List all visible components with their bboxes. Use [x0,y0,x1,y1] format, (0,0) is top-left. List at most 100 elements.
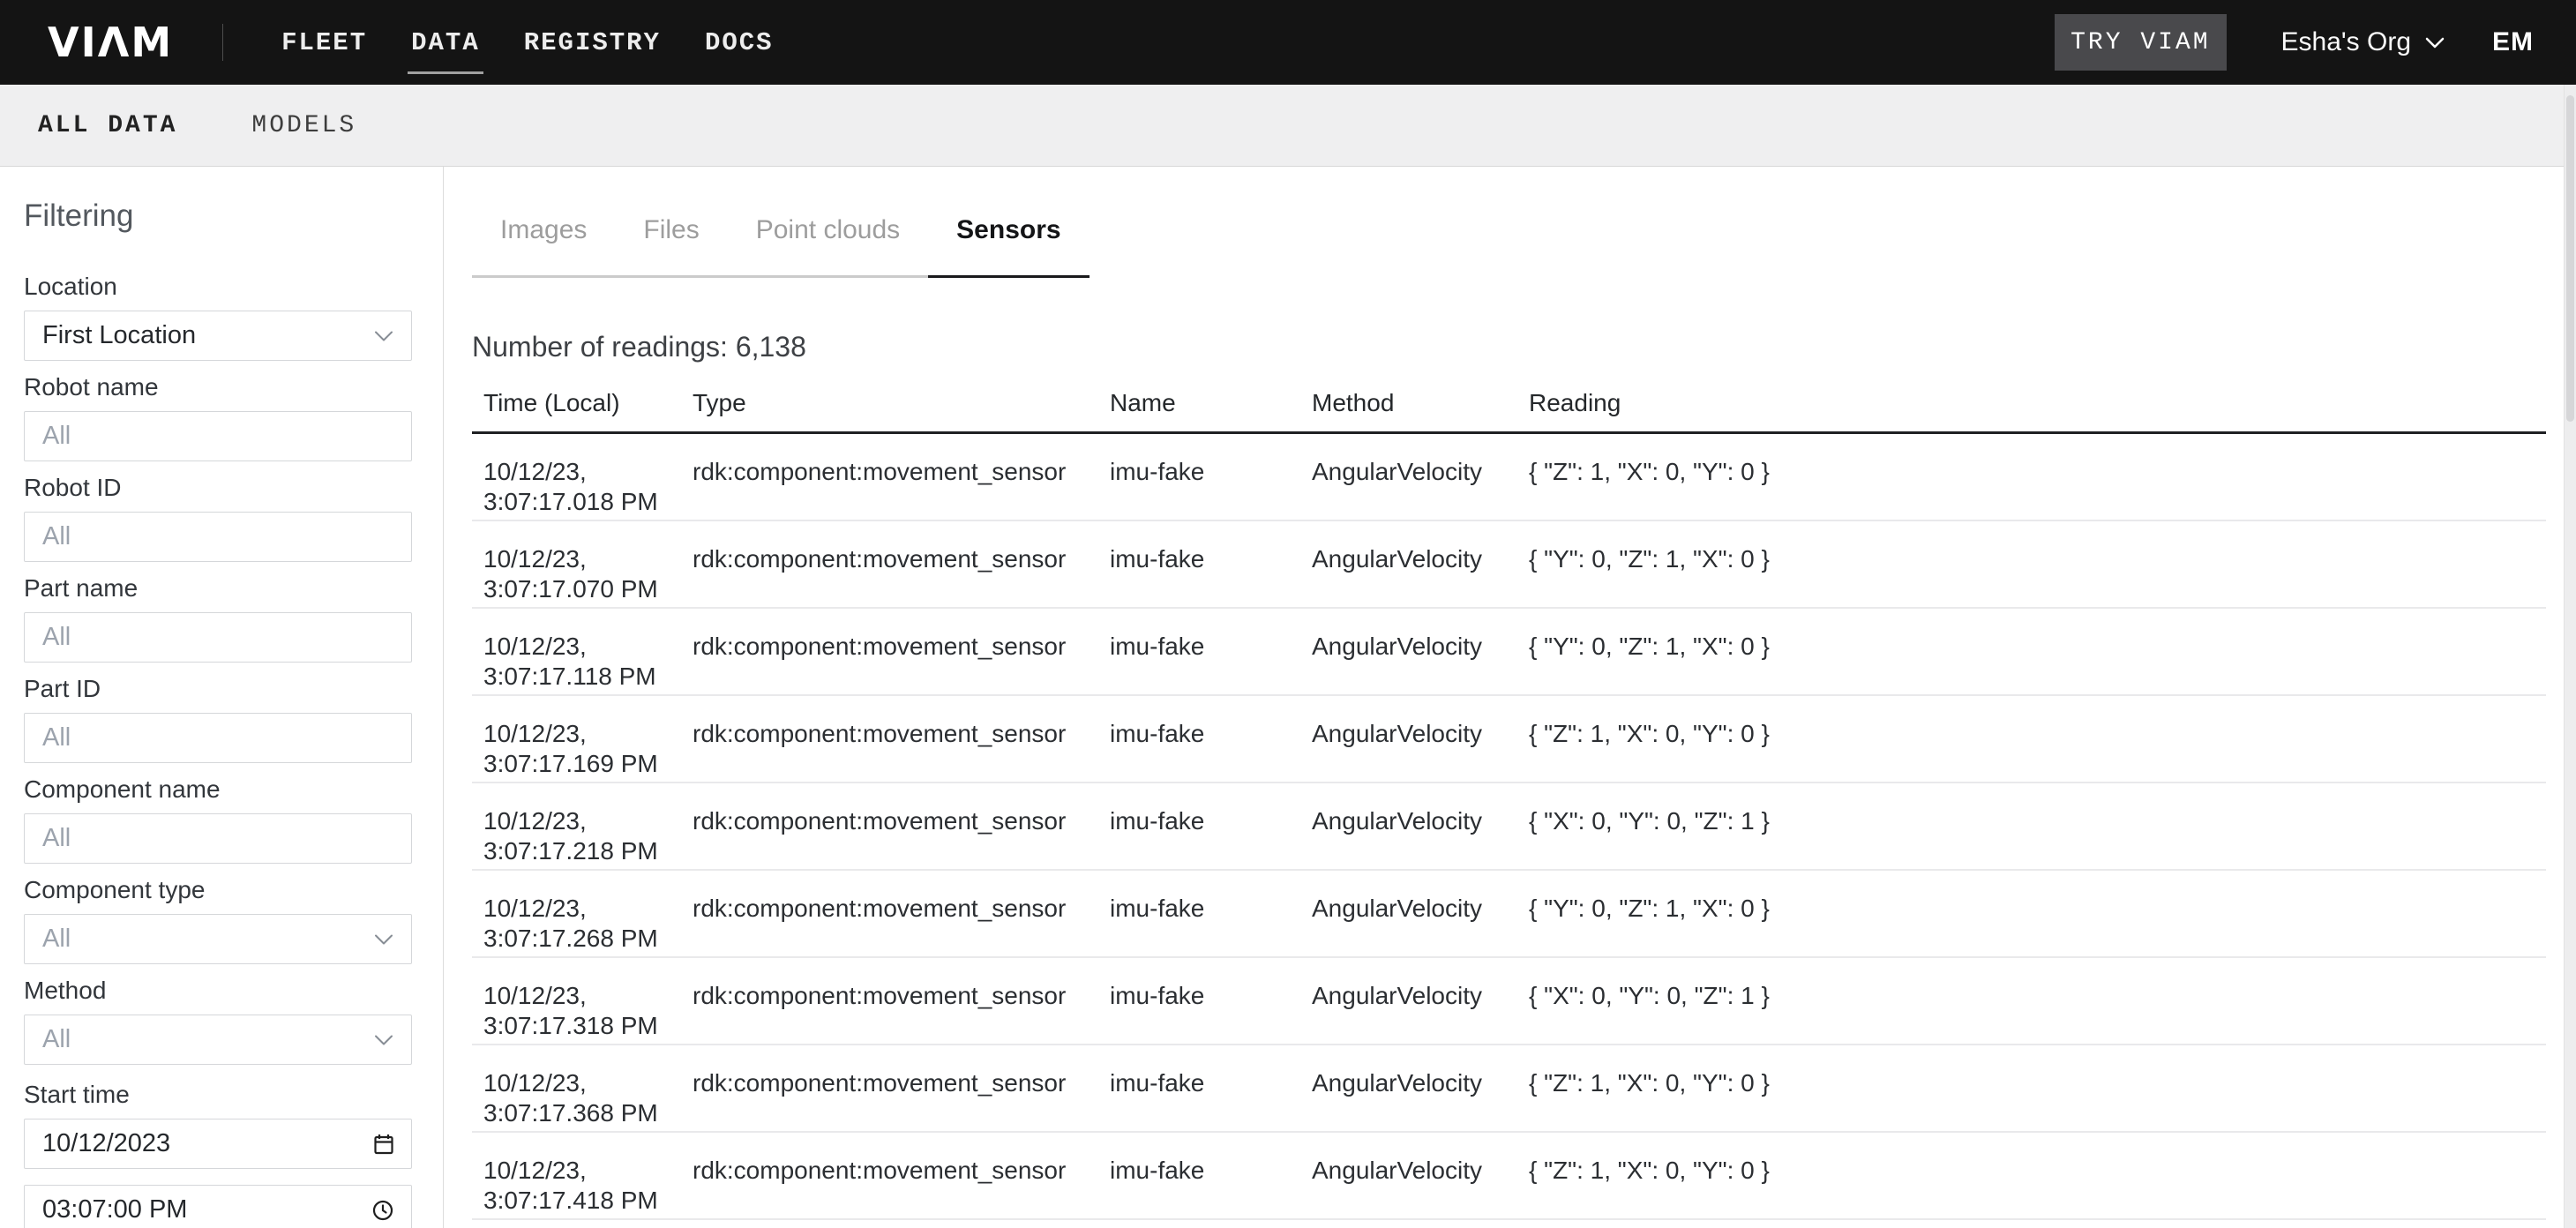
cell-type: rdk:component:movement_sensor [693,1068,1110,1131]
select-value: First Location [42,321,196,350]
nav-link-fleet[interactable]: FLEET [281,23,367,63]
tab-sensors[interactable]: Sensors [928,217,1089,278]
cell-time-clock: 3:07:17.169 PM [483,749,693,779]
table-row: 10/12/23, 3:07:17.418 PM rdk:component:m… [472,1133,2546,1220]
cell-method: AngularVelocity [1312,1156,1529,1218]
nav-link-docs[interactable]: DOCS [705,23,774,63]
scrollbar-track[interactable] [2564,85,2576,1228]
filter-field-location: Location First Location [24,274,443,361]
sensor-table-body: 10/12/23, 3:07:17.018 PM rdk:component:m… [472,434,2546,1220]
column-header-method: Method [1312,389,1529,417]
org-switcher[interactable]: Esha's Org [2281,27,2445,57]
cell-method: AngularVelocity [1312,544,1529,607]
table-row: 10/12/23, 3:07:17.218 PM rdk:component:m… [472,783,2546,871]
select-value: All [42,925,71,954]
readings-count: Number of readings: 6,138 [472,329,2558,364]
cell-name: imu-fake [1110,1068,1312,1131]
cell-type: rdk:component:movement_sensor [693,1156,1110,1218]
cell-name: imu-fake [1110,894,1312,956]
filter-field-robot-id: Robot ID [24,475,443,562]
viam-logo[interactable]: VIΛM [48,0,173,85]
filter-field-part-name: Part name [24,576,443,663]
component-name-input[interactable] [24,813,412,864]
table-row: 10/12/23, 3:07:17.070 PM rdk:component:m… [472,521,2546,609]
try-viam-button[interactable]: TRY VIAM [2055,14,2226,71]
cell-time-date: 10/12/23, [483,632,693,662]
scrollbar-thumb[interactable] [2566,95,2574,422]
part-id-input[interactable] [24,713,412,763]
content-area: Filtering Location First Location Robot … [0,167,2576,1228]
avatar[interactable]: EM [2492,27,2534,57]
cell-reading: { "X": 0, "Y": 0, "Z": 1 } [1529,806,2546,869]
start-time-input[interactable]: 03:07:00 PM [24,1185,412,1228]
tab-models[interactable]: MODELS [251,112,356,139]
component-type-select[interactable]: All [24,914,412,964]
chevron-down-icon [374,331,393,341]
nav-divider [222,24,223,61]
cell-method: AngularVelocity [1312,806,1529,869]
cell-time: 10/12/23, 3:07:17.418 PM [483,1156,693,1218]
primary-nav-links: FLEET DATA REGISTRY DOCS [281,23,774,63]
location-select[interactable]: First Location [24,311,412,361]
cell-time-clock: 3:07:17.368 PM [483,1098,693,1128]
filter-field-component-type: Component type All [24,878,443,964]
field-label: Component name [24,777,443,802]
cell-reading: { "Y": 0, "Z": 1, "X": 0 } [1529,894,2546,956]
cell-reading: { "Z": 1, "X": 0, "Y": 0 } [1529,1156,2546,1218]
cell-time-clock: 3:07:17.218 PM [483,836,693,866]
cell-method: AngularVelocity [1312,1068,1529,1131]
field-label: Component type [24,878,443,902]
chevron-down-icon [374,934,393,945]
robot-name-input[interactable] [24,411,412,461]
method-select[interactable]: All [24,1015,412,1065]
cell-type: rdk:component:movement_sensor [693,719,1110,782]
nav-link-data[interactable]: DATA [411,23,480,63]
cell-time-date: 10/12/23, [483,894,693,924]
cell-time: 10/12/23, 3:07:17.018 PM [483,457,693,520]
chevron-down-icon [2425,37,2445,49]
table-row: 10/12/23, 3:07:17.118 PM rdk:component:m… [472,609,2546,696]
cell-time-date: 10/12/23, [483,1068,693,1098]
cell-name: imu-fake [1110,544,1312,607]
tab-all-data[interactable]: ALL DATA [38,112,177,139]
org-name: Esha's Org [2281,27,2411,57]
column-header-name: Name [1110,389,1312,417]
cell-method: AngularVelocity [1312,632,1529,694]
cell-type: rdk:component:movement_sensor [693,981,1110,1044]
part-name-input[interactable] [24,612,412,663]
sensor-table: Time (Local) Type Name Method Reading 10… [472,389,2546,1220]
cell-time-date: 10/12/23, [483,1156,693,1186]
cell-time: 10/12/23, 3:07:17.368 PM [483,1068,693,1131]
cell-name: imu-fake [1110,806,1312,869]
table-row: 10/12/23, 3:07:17.368 PM rdk:component:m… [472,1045,2546,1133]
field-label: Location [24,274,443,299]
data-type-tabs: Images Files Point clouds Sensors [472,217,1090,278]
nav-link-registry[interactable]: REGISTRY [524,23,661,63]
tab-point-clouds[interactable]: Point clouds [728,217,928,278]
cell-type: rdk:component:movement_sensor [693,457,1110,520]
cell-name: imu-fake [1110,981,1312,1044]
top-nav: VIΛM FLEET DATA REGISTRY DOCS TRY VIAM E… [0,0,2576,85]
cell-time-date: 10/12/23, [483,806,693,836]
cell-method: AngularVelocity [1312,981,1529,1044]
tab-files[interactable]: Files [615,217,727,278]
table-row: 10/12/23, 3:07:17.018 PM rdk:component:m… [472,434,2546,521]
cell-name: imu-fake [1110,457,1312,520]
time-value: 03:07:00 PM [42,1195,187,1224]
tab-images[interactable]: Images [472,217,615,278]
select-value: All [42,1025,71,1054]
sub-nav: ALL DATA MODELS [0,85,2576,167]
field-label: Method [24,978,443,1003]
start-date-input[interactable]: 10/12/2023 [24,1119,412,1169]
cell-time-date: 10/12/23, [483,719,693,749]
column-header-time: Time (Local) [483,389,693,417]
cell-reading: { "Y": 0, "Z": 1, "X": 0 } [1529,632,2546,694]
cell-method: AngularVelocity [1312,894,1529,956]
nav-right-cluster: TRY VIAM Esha's Org EM [2055,14,2534,71]
robot-id-input[interactable] [24,512,412,562]
cell-time-date: 10/12/23, [483,457,693,487]
filter-field-robot-name: Robot name [24,375,443,461]
cell-time: 10/12/23, 3:07:17.118 PM [483,632,693,694]
table-row: 10/12/23, 3:07:17.268 PM rdk:component:m… [472,871,2546,958]
column-header-type: Type [693,389,1110,417]
